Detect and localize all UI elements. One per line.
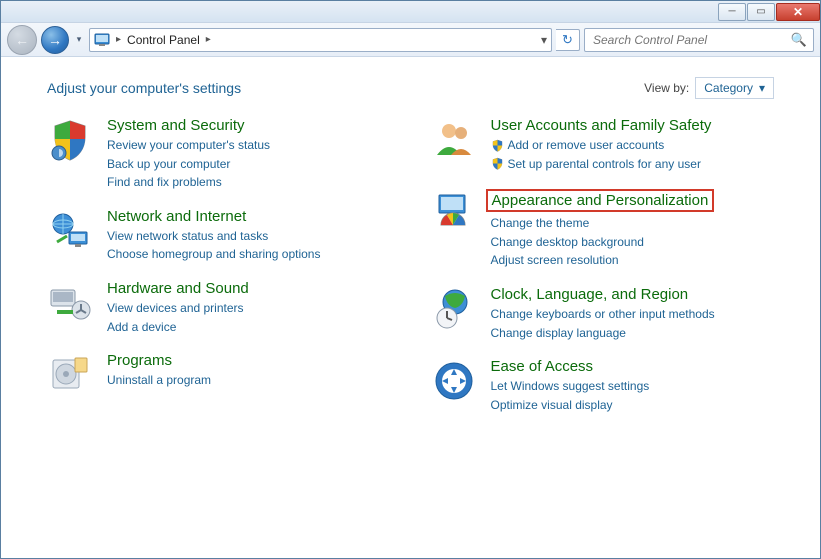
view-by: View by: Category ▾ bbox=[644, 77, 774, 99]
category-user-accounts-and-family-safety: User Accounts and Family Safety Add or re… bbox=[431, 117, 775, 173]
category-title-link[interactable]: Clock, Language, and Region bbox=[491, 286, 715, 303]
category-network-and-internet: Network and Internet View network status … bbox=[47, 208, 391, 264]
category-sublink[interactable]: Adjust screen resolution bbox=[491, 251, 715, 270]
programs-icon[interactable] bbox=[47, 352, 93, 398]
toolbar: ← → ▾ ▸ Control Panel ▸ ▾ ↻ 🔍 bbox=[1, 23, 820, 57]
category-column-right: User Accounts and Family Safety Add or re… bbox=[431, 117, 775, 430]
highlight-annotation: Appearance and Personalization bbox=[486, 189, 715, 212]
forward-button[interactable]: → bbox=[41, 26, 69, 54]
category-title-link[interactable]: Programs bbox=[107, 352, 211, 369]
category-body: Hardware and Sound View devices and print… bbox=[107, 280, 249, 336]
category-sublink[interactable]: View devices and printers bbox=[107, 299, 249, 318]
page-title: Adjust your computer's settings bbox=[47, 80, 241, 96]
category-body: Clock, Language, and Region Change keyboa… bbox=[491, 286, 715, 342]
refresh-button[interactable]: ↻ bbox=[556, 29, 580, 51]
chevron-down-icon: ▾ bbox=[759, 81, 765, 95]
category-body: User Accounts and Family Safety Add or re… bbox=[491, 117, 712, 173]
category-column-left: System and Security Review your computer'… bbox=[47, 117, 391, 430]
control-panel-window: ─ ▭ ✕ ← → ▾ ▸ Control Panel ▸ ▾ ↻ bbox=[0, 0, 821, 559]
category-sublink-label: View devices and printers bbox=[107, 299, 244, 318]
category-sublink-label: Change the theme bbox=[491, 214, 590, 233]
category-body: System and Security Review your computer'… bbox=[107, 117, 270, 192]
category-sublink[interactable]: Uninstall a program bbox=[107, 371, 211, 390]
appearance-icon[interactable] bbox=[431, 189, 477, 235]
clock-icon[interactable] bbox=[431, 286, 477, 332]
category-sublink[interactable]: Change desktop background bbox=[491, 233, 715, 252]
users-icon[interactable] bbox=[431, 117, 477, 163]
category-ease-of-access: Ease of Access Let Windows suggest settin… bbox=[431, 358, 775, 414]
category-sublink[interactable]: Back up your computer bbox=[107, 155, 270, 174]
category-grid: System and Security Review your computer'… bbox=[47, 117, 774, 430]
category-hardware-and-sound: Hardware and Sound View devices and print… bbox=[47, 280, 391, 336]
category-sublink-label: Change display language bbox=[491, 324, 626, 343]
category-sublink[interactable]: Set up parental controls for any user bbox=[491, 155, 712, 174]
content-area: Adjust your computer's settings View by:… bbox=[1, 57, 820, 440]
category-sublink-label: Choose homegroup and sharing options bbox=[107, 245, 320, 264]
search-box[interactable]: 🔍 bbox=[584, 28, 814, 52]
category-sublink-label: Adjust screen resolution bbox=[491, 251, 619, 270]
category-sublink-label: Set up parental controls for any user bbox=[508, 155, 701, 174]
category-title-link[interactable]: Appearance and Personalization bbox=[491, 189, 715, 212]
category-sublink-label: View network status and tasks bbox=[107, 227, 268, 246]
category-sublink[interactable]: Add or remove user accounts bbox=[491, 136, 712, 155]
category-body: Network and Internet View network status … bbox=[107, 208, 320, 264]
view-by-value: Category bbox=[704, 81, 753, 95]
category-sublink[interactable]: Optimize visual display bbox=[491, 396, 650, 415]
category-sublink[interactable]: Add a device bbox=[107, 318, 249, 337]
category-sublink[interactable]: Change display language bbox=[491, 324, 715, 343]
breadcrumb-sep-icon[interactable]: ▸ bbox=[206, 34, 211, 45]
uac-shield-icon bbox=[491, 139, 504, 152]
category-programs: Programs Uninstall a program bbox=[47, 352, 391, 398]
category-sublink-label: Change keyboards or other input methods bbox=[491, 305, 715, 324]
category-body: Ease of Access Let Windows suggest settin… bbox=[491, 358, 650, 414]
shield-icon[interactable] bbox=[47, 117, 93, 163]
category-sublink-label: Change desktop background bbox=[491, 233, 644, 252]
category-title-link[interactable]: Hardware and Sound bbox=[107, 280, 249, 297]
close-button[interactable]: ✕ bbox=[776, 3, 820, 21]
category-sublink[interactable]: Change keyboards or other input methods bbox=[491, 305, 715, 324]
category-sublink[interactable]: Choose homegroup and sharing options bbox=[107, 245, 320, 264]
category-sublink[interactable]: View network status and tasks bbox=[107, 227, 320, 246]
breadcrumb-sep-icon: ▸ bbox=[116, 34, 121, 45]
category-title-link[interactable]: System and Security bbox=[107, 117, 270, 134]
content-header: Adjust your computer's settings View by:… bbox=[47, 77, 774, 99]
titlebar: ─ ▭ ✕ bbox=[1, 1, 820, 23]
minimize-button[interactable]: ─ bbox=[718, 3, 746, 21]
search-icon[interactable]: 🔍 bbox=[791, 32, 807, 48]
category-sublink-label: Review your computer's status bbox=[107, 136, 270, 155]
search-input[interactable] bbox=[591, 32, 791, 48]
view-by-label: View by: bbox=[644, 81, 689, 95]
address-dropdown-icon[interactable]: ▾ bbox=[541, 33, 547, 47]
category-sublink-label: Find and fix problems bbox=[107, 173, 222, 192]
maximize-button[interactable]: ▭ bbox=[747, 3, 775, 21]
address-bar[interactable]: ▸ Control Panel ▸ ▾ bbox=[89, 28, 552, 52]
back-button[interactable]: ← bbox=[7, 25, 37, 55]
category-title-link[interactable]: Ease of Access bbox=[491, 358, 650, 375]
view-by-dropdown[interactable]: Category ▾ bbox=[695, 77, 774, 99]
hardware-icon[interactable] bbox=[47, 280, 93, 326]
category-sublink[interactable]: Let Windows suggest settings bbox=[491, 377, 650, 396]
category-body: Programs Uninstall a program bbox=[107, 352, 211, 398]
control-panel-icon bbox=[94, 32, 110, 48]
category-body: Appearance and Personalization Change the… bbox=[491, 189, 715, 270]
category-sublink[interactable]: Find and fix problems bbox=[107, 173, 270, 192]
category-sublink[interactable]: Review your computer's status bbox=[107, 136, 270, 155]
category-sublink-label: Add a device bbox=[107, 318, 176, 337]
category-system-and-security: System and Security Review your computer'… bbox=[47, 117, 391, 192]
category-sublink-label: Add or remove user accounts bbox=[508, 136, 665, 155]
category-sublink-label: Uninstall a program bbox=[107, 371, 211, 390]
network-icon[interactable] bbox=[47, 208, 93, 254]
category-sublink-label: Optimize visual display bbox=[491, 396, 613, 415]
category-sublink-label: Back up your computer bbox=[107, 155, 230, 174]
category-title-link[interactable]: Network and Internet bbox=[107, 208, 320, 225]
breadcrumb-control-panel[interactable]: Control Panel bbox=[127, 33, 200, 47]
uac-shield-icon bbox=[491, 157, 504, 170]
nav-history-dropdown[interactable]: ▾ bbox=[73, 26, 85, 54]
category-title-link[interactable]: User Accounts and Family Safety bbox=[491, 117, 712, 134]
category-appearance-and-personalization: Appearance and Personalization Change the… bbox=[431, 189, 775, 270]
ease-icon[interactable] bbox=[431, 358, 477, 404]
category-sublink-label: Let Windows suggest settings bbox=[491, 377, 650, 396]
category-sublink[interactable]: Change the theme bbox=[491, 214, 715, 233]
category-clock-language-and-region: Clock, Language, and Region Change keyboa… bbox=[431, 286, 775, 342]
